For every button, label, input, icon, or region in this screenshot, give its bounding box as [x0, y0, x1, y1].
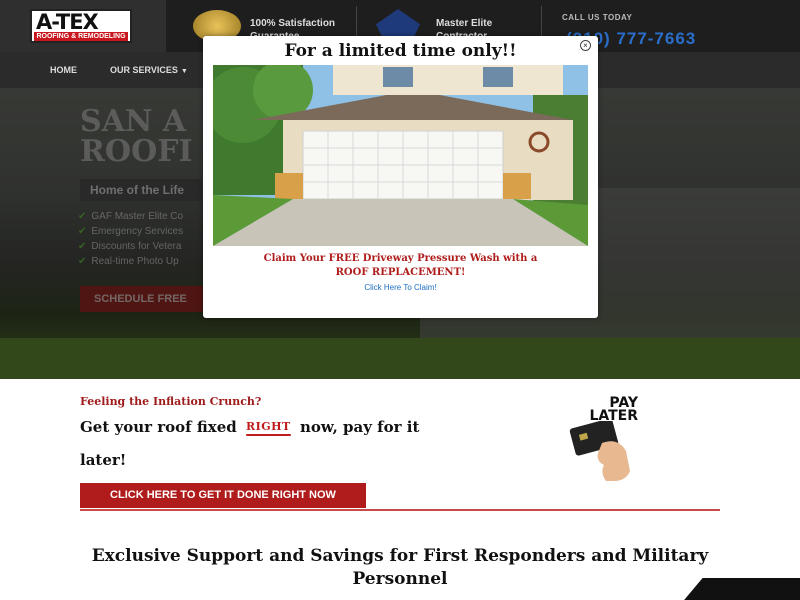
call-us-label: CALL US TODAY	[562, 13, 633, 22]
promo-pitch-line: later!	[80, 451, 127, 469]
logo-subtext: ROOFING & REMODELING	[34, 32, 128, 41]
pay-later-text: PAY LATER	[568, 396, 638, 423]
hand-credit-card-icon	[569, 421, 630, 481]
offer-line: ROOF REPLACEMENT!	[335, 267, 466, 278]
garage-photo	[213, 65, 588, 246]
promo-modal: × For a limited time only!! Claim Your F…	[203, 36, 598, 318]
page: A-TEX ROOFING & REMODELING 100% Satisfac…	[0, 0, 800, 600]
pay-later-graphic: PAY LATER	[558, 395, 638, 483]
pitch-text: Get your roof fixed	[80, 418, 237, 436]
right-highlight: RIGHT	[245, 420, 291, 436]
chevron-down-icon: ▼	[180, 68, 188, 75]
first-responders-heading: Exclusive Support and Savings for First …	[91, 546, 709, 589]
nav-item-label: HOME	[50, 65, 77, 75]
nav-item-home[interactable]: HOME	[50, 65, 77, 75]
offer-line: Claim Your FREE Driveway Pressure Wash w…	[263, 253, 538, 264]
nav-item-label: OUR SERVICES	[110, 65, 178, 75]
promo-pitch-line: Get your roof fixed RIGHT now, pay for i…	[80, 418, 419, 436]
modal-title: For a limited time only!!	[284, 41, 517, 61]
logo-text: A-TEX	[36, 10, 99, 34]
garage-house-illustration	[213, 65, 588, 246]
nav-item-services[interactable]: OUR SERVICES ▼	[110, 65, 188, 75]
section-divider	[80, 509, 720, 511]
pitch-text: now, pay for it	[299, 418, 420, 436]
claim-link[interactable]: Click Here To Claim!	[203, 283, 598, 292]
logo[interactable]: A-TEX ROOFING & REMODELING	[30, 9, 132, 43]
get-it-done-button[interactable]: CLICK HERE TO GET IT DONE RIGHT NOW	[80, 483, 366, 508]
inflation-eyebrow: Feeling the Inflation Crunch?	[80, 395, 262, 408]
modal-offer-text: Claim Your FREE Driveway Pressure Wash w…	[223, 252, 578, 280]
